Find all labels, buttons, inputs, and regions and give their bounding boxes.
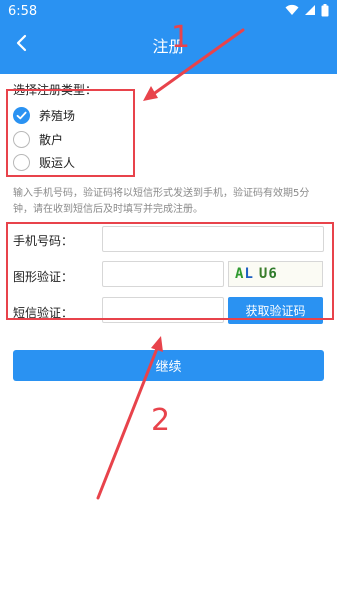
app-header: 6:58 注册 xyxy=(0,0,337,74)
annotation-box-fields xyxy=(6,222,334,320)
wifi-icon xyxy=(285,4,299,15)
page-title: 注册 xyxy=(152,37,185,56)
instructions-note: 输入手机号码，验证码将以短信形式发送到手机，验证码有效期5分钟，请在收到短信后及… xyxy=(13,188,310,215)
continue-button[interactable]: 继续 xyxy=(13,350,324,381)
status-time: 6:58 xyxy=(8,4,38,19)
status-icons xyxy=(285,3,329,17)
signal-icon xyxy=(305,5,315,15)
annotation-number-1: 1 xyxy=(171,20,191,55)
annotation-number-2: 2 xyxy=(151,403,171,438)
annotation-box-type xyxy=(6,89,135,177)
battery-icon xyxy=(321,3,329,16)
